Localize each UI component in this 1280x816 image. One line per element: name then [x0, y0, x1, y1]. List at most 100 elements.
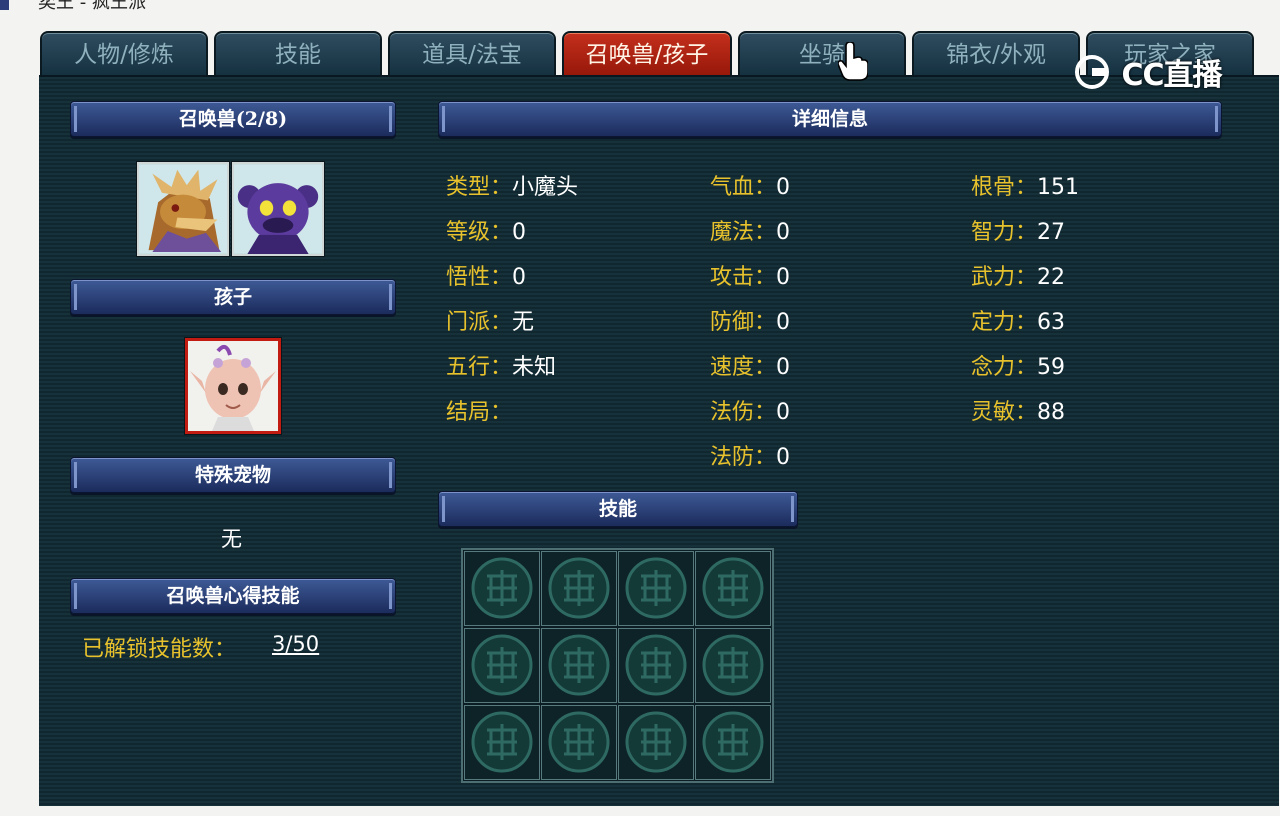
skill-slot[interactable] — [618, 628, 694, 703]
detail-row: 智力：27 — [971, 214, 1065, 246]
detail-label: 防御： — [710, 310, 777, 335]
tab-outfits[interactable]: 锦衣/外观 — [912, 31, 1080, 77]
detail-label: 五行： — [446, 355, 513, 380]
breadcrumb-text: 奕王 - 疯王派 — [38, 0, 146, 10]
tab-mounts[interactable]: 坐骑 — [738, 31, 906, 77]
skill-slot[interactable] — [464, 628, 540, 703]
skill-slot[interactable] — [541, 551, 617, 626]
detail-value: 0 — [776, 400, 791, 425]
unlocked-skills-label: 已解锁技能数： — [82, 637, 237, 662]
breadcrumb: 奕王 - 疯王派 — [0, 0, 300, 10]
detail-value: 151 — [1037, 175, 1080, 200]
unlocked-skills-value[interactable]: 3/50 — [272, 632, 319, 656]
skill-slot[interactable] — [541, 705, 617, 780]
empty-skill-slot-icon — [702, 557, 764, 619]
child-portrait[interactable] — [185, 338, 281, 434]
detail-row: 速度：0 — [710, 349, 790, 381]
detail-row: 武力：22 — [971, 259, 1065, 291]
detail-value: 无 — [512, 310, 535, 335]
detail-label: 等级： — [446, 220, 513, 245]
detail-row: 等级：0 — [446, 214, 526, 246]
detail-label: 速度： — [710, 355, 777, 380]
empty-skill-slot-icon — [471, 557, 533, 619]
detail-row: 法防：0 — [710, 439, 790, 471]
detail-value: 0 — [512, 265, 527, 290]
detail-row: 五行：未知 — [446, 349, 556, 381]
detail-label: 智力： — [971, 220, 1038, 245]
detail-row: 魔法：0 — [710, 214, 790, 246]
detail-label: 根骨： — [971, 175, 1038, 200]
empty-skill-slot-icon — [625, 711, 687, 773]
detail-row: 结局： — [446, 394, 512, 426]
detail-row: 定力：63 — [971, 304, 1065, 336]
detail-row: 气血：0 — [710, 169, 790, 201]
skill-slot[interactable] — [464, 705, 540, 780]
detail-row: 门派：无 — [446, 304, 534, 336]
detail-label: 灵敏： — [971, 400, 1038, 425]
breadcrumb-marker — [0, 0, 9, 10]
pet-portrait-imp[interactable] — [232, 162, 324, 256]
detail-row: 防御：0 — [710, 304, 790, 336]
empty-skill-slot-icon — [702, 634, 764, 696]
skill-slot[interactable] — [541, 628, 617, 703]
hand-cursor-icon — [838, 42, 868, 81]
skills-header: 技能 — [438, 491, 798, 527]
detail-row: 根骨：151 — [971, 169, 1079, 201]
skill-slot-grid — [461, 548, 774, 783]
tab-items[interactable]: 道具/法宝 — [388, 31, 556, 77]
detail-row: 悟性：0 — [446, 259, 526, 291]
tab-skills[interactable]: 技能 — [214, 31, 382, 77]
detail-value: 0 — [776, 310, 791, 335]
watermark-text: CC直播 — [1121, 58, 1222, 93]
detail-row: 灵敏：88 — [971, 394, 1065, 426]
cc-logo-icon — [1075, 55, 1109, 89]
detail-row: 攻击：0 — [710, 259, 790, 291]
detail-row: 类型：小魔头 — [446, 169, 578, 201]
empty-skill-slot-icon — [702, 711, 764, 773]
empty-skill-slot-icon — [548, 634, 610, 696]
skill-slot[interactable] — [695, 705, 771, 780]
detail-value: 59 — [1037, 355, 1066, 380]
detail-label: 门派： — [446, 310, 513, 335]
pet-portrait-dragon[interactable] — [137, 162, 229, 256]
detail-value: 0 — [776, 175, 791, 200]
detail-label: 法伤： — [710, 400, 777, 425]
tab-character[interactable]: 人物/修炼 — [40, 31, 208, 77]
detail-label: 悟性： — [446, 265, 513, 290]
imp-pet-icon — [234, 164, 322, 254]
detail-value: 0 — [776, 220, 791, 245]
detail-label: 武力： — [971, 265, 1038, 290]
empty-skill-slot-icon — [625, 557, 687, 619]
special-pets-value: 无 — [221, 527, 242, 551]
detail-label: 类型： — [446, 175, 513, 200]
pets-header: 召唤兽(2/8) — [70, 101, 396, 137]
detail-value: 未知 — [512, 355, 557, 380]
detail-label: 魔法： — [710, 220, 777, 245]
empty-skill-slot-icon — [548, 711, 610, 773]
skill-slot[interactable] — [464, 551, 540, 626]
detail-header: 详细信息 — [438, 101, 1222, 137]
skill-slot[interactable] — [695, 628, 771, 703]
detail-value: 0 — [776, 445, 791, 470]
empty-skill-slot-icon — [471, 711, 533, 773]
tab-summons-children[interactable]: 召唤兽/孩子 — [562, 31, 732, 77]
detail-row: 法伤：0 — [710, 394, 790, 426]
detail-row: 念力：59 — [971, 349, 1065, 381]
child-header: 孩子 — [70, 279, 396, 315]
detail-label: 气血： — [710, 175, 777, 200]
detail-value: 27 — [1037, 220, 1066, 245]
special-pets-header: 特殊宠物 — [70, 457, 396, 493]
empty-skill-slot-icon — [625, 634, 687, 696]
summon-insight-skills-header: 召唤兽心得技能 — [70, 578, 396, 614]
watermark: CC直播 — [1072, 50, 1223, 94]
skill-slot[interactable] — [618, 551, 694, 626]
dragon-pet-icon — [139, 164, 227, 254]
detail-value: 63 — [1037, 310, 1066, 335]
detail-label: 结局： — [446, 400, 513, 425]
skill-slot[interactable] — [618, 705, 694, 780]
detail-value: 0 — [776, 355, 791, 380]
detail-value: 小魔头 — [512, 175, 579, 200]
detail-value: 0 — [512, 220, 527, 245]
skill-slot[interactable] — [695, 551, 771, 626]
detail-label: 攻击： — [710, 265, 777, 290]
